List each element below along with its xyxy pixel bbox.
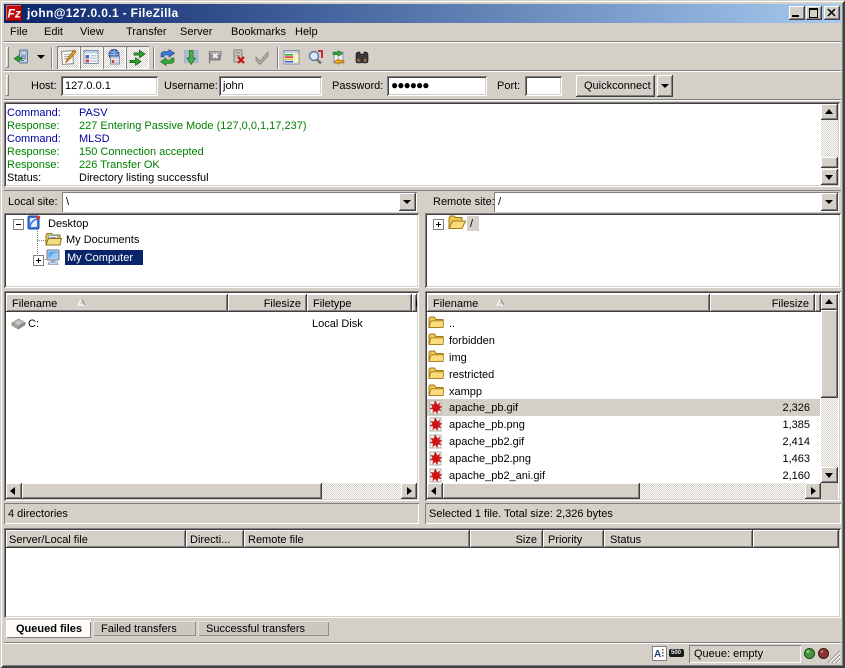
svg-text:Fz: Fz [8,7,21,21]
svg-text:A: A [654,649,661,660]
